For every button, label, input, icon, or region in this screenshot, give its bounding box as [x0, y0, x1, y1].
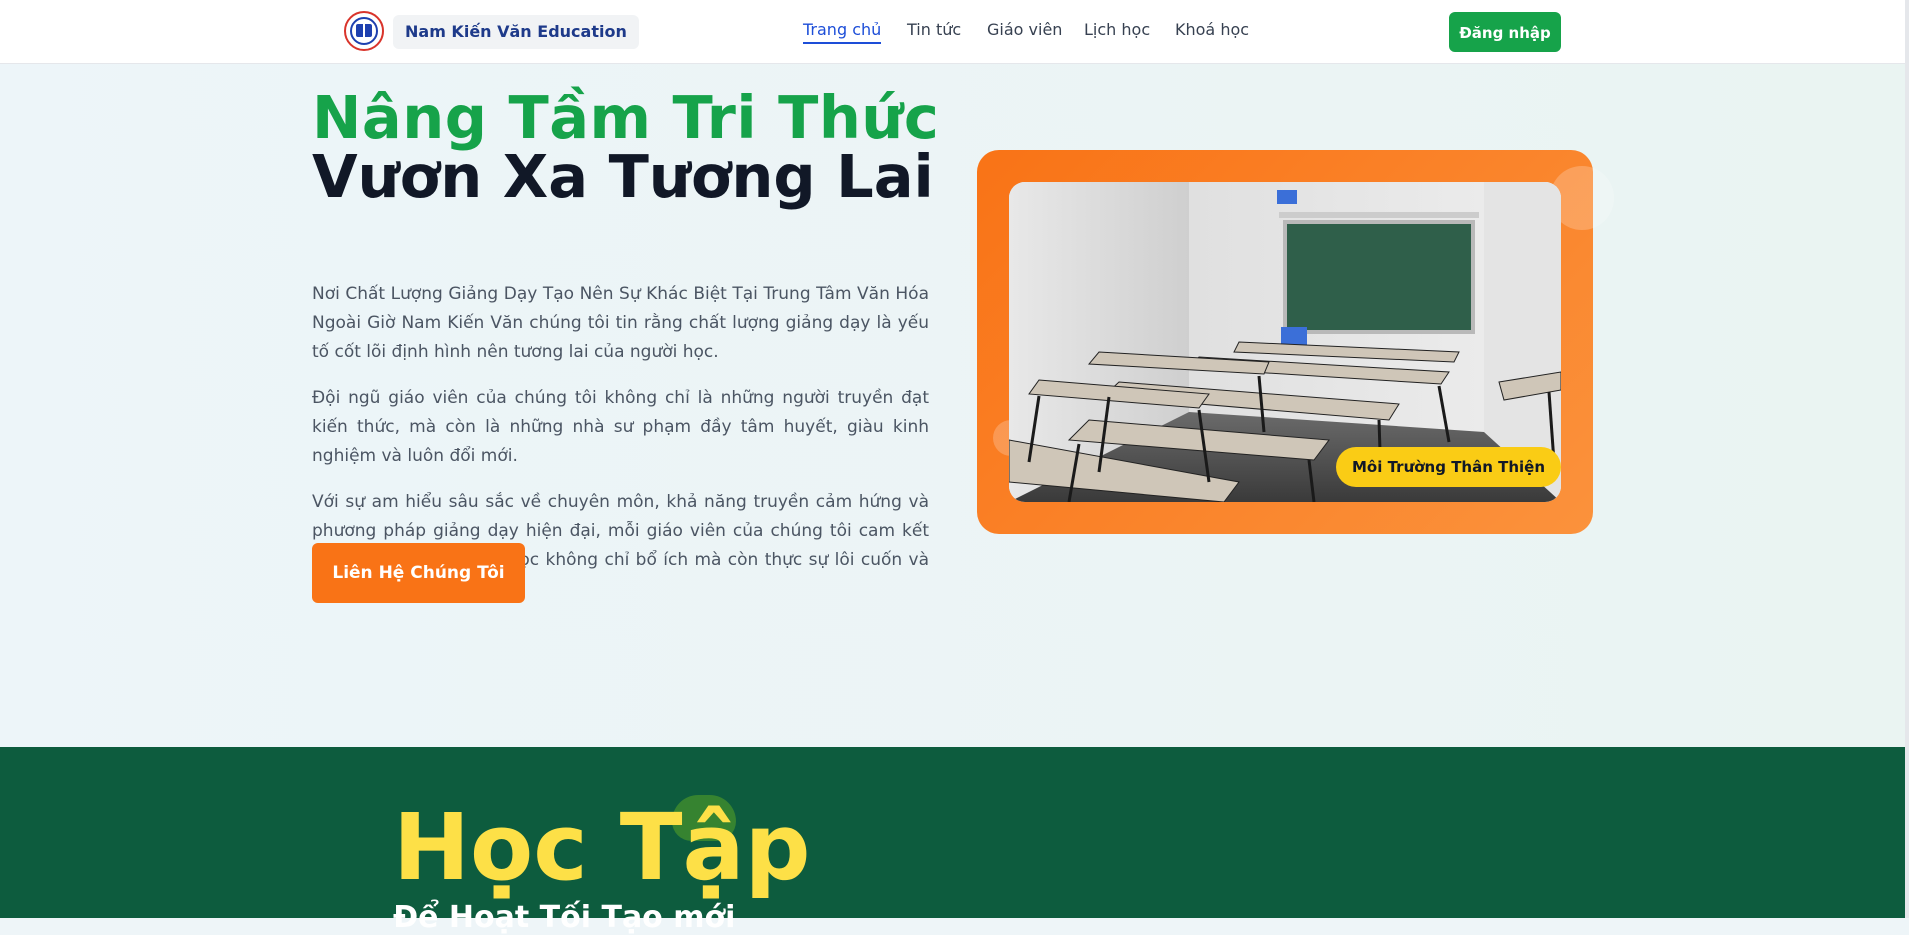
page-scrollbar[interactable]	[1905, 0, 1909, 918]
login-button[interactable]: Đăng nhập	[1449, 12, 1561, 52]
study-section	[0, 747, 1909, 918]
brand-name[interactable]: Nam Kiến Văn Education	[393, 15, 639, 49]
environment-badge: Môi Trường Thân Thiện	[1336, 447, 1562, 487]
nav-item-teachers[interactable]: Giáo viên	[987, 20, 1062, 39]
top-navbar: Nam Kiến Văn Education Trang chủ Tin tức…	[0, 0, 1909, 64]
hero-title-line2: Vươn Xa Tương Lai	[312, 142, 934, 211]
study-section-subtitle: Để Hoạt Tối Tạo mới	[393, 900, 736, 935]
study-section-title: Học Tập	[393, 794, 811, 901]
school-logo-icon[interactable]	[344, 11, 384, 51]
hero-paragraph-1: Nơi Chất Lượng Giảng Dạy Tạo Nên Sự Khác…	[312, 284, 929, 362]
contact-us-button[interactable]: Liên Hệ Chúng Tôi	[312, 543, 525, 603]
nav-item-courses[interactable]: Khoá học	[1175, 20, 1249, 39]
nav-item-home[interactable]: Trang chủ	[803, 20, 882, 44]
hero-section	[0, 64, 1909, 747]
nav-item-schedule[interactable]: Lịch học	[1084, 20, 1150, 39]
hero-paragraph-2: Đội ngũ giáo viên của chúng tôi không ch…	[312, 388, 929, 466]
nav-item-news[interactable]: Tin tức	[907, 20, 961, 39]
